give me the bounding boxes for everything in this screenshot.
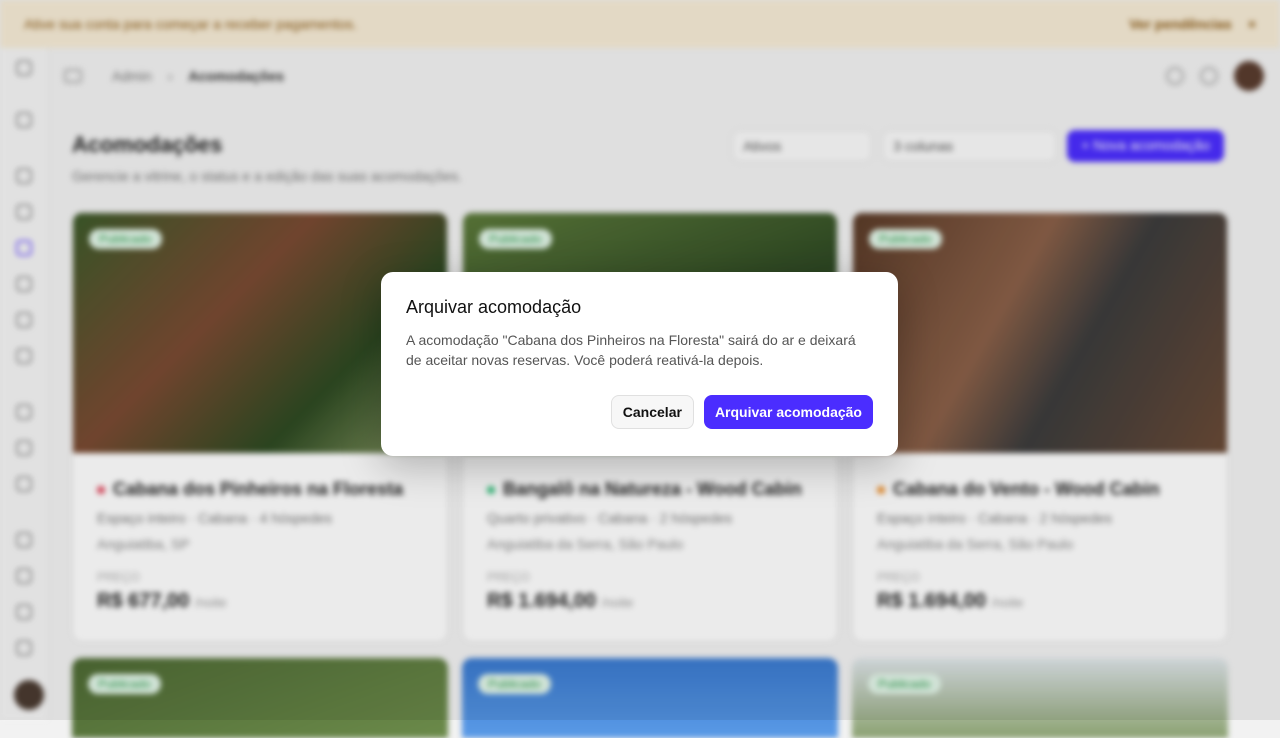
cancel-button[interactable]: Cancelar bbox=[610, 395, 694, 429]
archive-dialog: Arquivar acomodação A acomodação "Cabana… bbox=[381, 272, 898, 456]
dialog-description: A acomodação "Cabana dos Pinheiros na Fl… bbox=[406, 332, 856, 368]
archive-button[interactable]: Arquivar acomodação bbox=[703, 395, 873, 429]
dialog-title: Arquivar acomodação bbox=[406, 297, 582, 317]
